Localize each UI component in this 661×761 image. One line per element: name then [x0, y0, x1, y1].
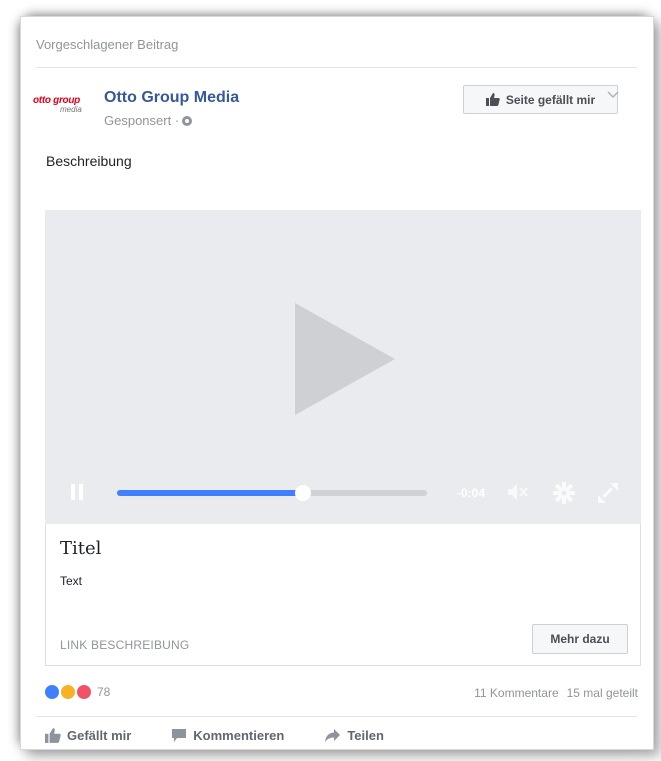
divider [36, 67, 637, 68]
like-label: Gefällt mir [67, 728, 132, 743]
globe-icon[interactable] [182, 115, 193, 126]
play-icon[interactable] [295, 303, 395, 415]
fullscreen-icon[interactable] [597, 482, 619, 504]
gear-icon[interactable] [553, 482, 575, 504]
comment-button[interactable]: Kommentieren [171, 728, 284, 743]
chevron-down-icon[interactable] [606, 87, 620, 101]
reaction-count: 78 [97, 685, 111, 699]
comment-label: Kommentieren [193, 728, 285, 743]
post-description: Beschreibung [46, 153, 132, 169]
link-card[interactable]: Titel Text LINK BESCHREIBUNG Mehr dazu [45, 524, 641, 666]
sponsored-line: Gesponsert · [104, 113, 193, 128]
video-player[interactable]: -0:04 [45, 210, 641, 524]
like-page-button[interactable]: Seite gefällt mir [463, 85, 618, 114]
mute-icon[interactable] [507, 482, 529, 502]
time-remaining: -0:04 [457, 486, 486, 500]
share-label: Teilen [347, 728, 384, 743]
progress-fill [117, 490, 303, 496]
logo-subtext: media [60, 105, 82, 114]
divider [36, 716, 637, 717]
post-card: Vorgeschlagener Beitrag otto group media… [20, 16, 654, 750]
engagement-stats: 11 Kommentare 15 mal geteilt [474, 686, 638, 700]
share-icon [325, 729, 341, 742]
love-reaction-icon [75, 683, 93, 701]
suggested-post-label: Vorgeschlagener Beitrag [36, 37, 179, 52]
thumbs-up-icon [485, 93, 500, 106]
progress-handle[interactable] [295, 485, 311, 501]
page-name-link[interactable]: Otto Group Media [104, 89, 239, 107]
share-count-link[interactable]: 15 mal geteilt [567, 686, 638, 700]
progress-track[interactable] [117, 485, 427, 501]
link-description: LINK BESCHREIBUNG [60, 638, 190, 652]
like-button[interactable]: Gefällt mir [45, 728, 131, 743]
share-button[interactable]: Teilen [324, 728, 384, 743]
pause-icon[interactable] [69, 484, 85, 500]
sponsored-label: Gesponsert · [104, 113, 180, 128]
page-logo[interactable]: otto group media [33, 95, 83, 125]
card-text: Text [60, 574, 83, 588]
card-title: Titel [60, 538, 102, 559]
reactions-summary[interactable]: 78 [43, 683, 110, 701]
learn-more-button[interactable]: Mehr dazu [532, 624, 628, 654]
thumbs-up-icon [45, 728, 61, 743]
like-page-label: Seite gefällt mir [505, 92, 596, 107]
action-bar: Gefällt mir Kommentieren Teilen [45, 728, 384, 743]
comment-count-link[interactable]: 11 Kommentare [474, 686, 559, 700]
comment-icon [172, 729, 187, 742]
